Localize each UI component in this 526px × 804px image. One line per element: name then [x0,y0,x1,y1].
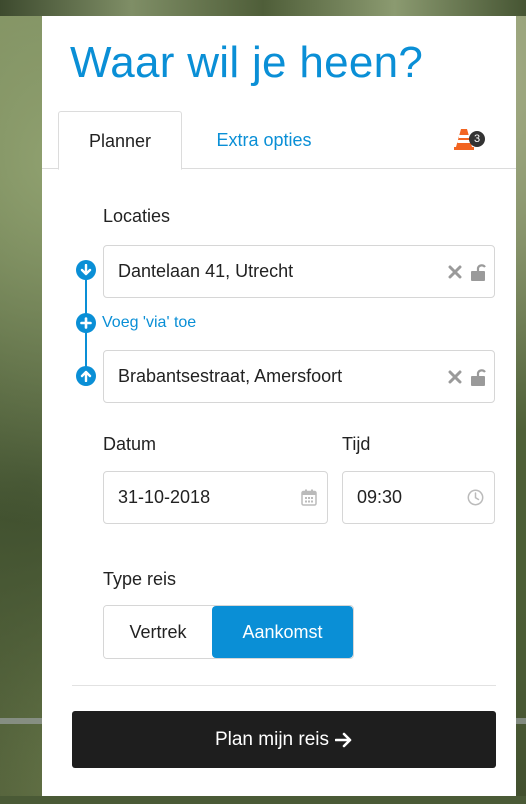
trip-type-toggle: Vertrek Aankomst [103,605,354,659]
unlock-to-icon[interactable] [470,368,486,386]
plus-circle-icon [76,313,96,333]
time-input[interactable]: 09:30 [342,471,495,524]
to-location-input[interactable]: Brabantsestraat, Amersfoort [103,350,495,403]
divider [72,685,496,686]
from-location-input[interactable]: Dantelaan 41, Utrecht [103,245,495,298]
type-reis-label: Type reis [103,569,177,589]
plan-trip-label: Plan mijn reis [214,728,330,750]
add-via-link[interactable]: Voeg 'via' toe [76,313,196,333]
to-location-value: Brabantsestraat, Amersfoort [118,366,343,386]
background-top-strip [0,0,526,16]
date-input[interactable]: 31-10-2018 [103,471,328,524]
background-bottom-strip [0,796,526,804]
clear-from-icon[interactable] [448,265,462,279]
calendar-icon[interactable] [301,489,317,506]
tab-extra-opties[interactable]: Extra opties [194,111,334,170]
arrow-right-icon [335,732,352,747]
from-field-actions [448,246,486,297]
to-field-actions [448,351,486,402]
journey-planner-panel: Waar wil je heen? Planner Extra opties 3… [42,16,516,796]
time-field-actions [467,472,484,523]
plan-trip-button[interactable]: Plan mijn reis [72,711,496,768]
date-field-actions [301,472,317,523]
alert-count-badge: 3 [469,131,485,147]
unlock-from-icon[interactable] [470,263,486,281]
datum-label: Datum [103,434,157,454]
from-location-value: Dantelaan 41, Utrecht [118,261,294,281]
locaties-label: Locaties [103,206,171,226]
traffic-alert-button[interactable]: 3 [454,129,488,151]
tijd-label: Tijd [342,434,371,454]
arrow-down-circle-icon [76,260,96,280]
trip-type-vertrek[interactable]: Vertrek [104,606,212,658]
trip-type-aankomst[interactable]: Aankomst [212,606,353,658]
date-value: 31-10-2018 [118,487,211,507]
tab-bar: Planner Extra opties 3 [42,111,516,170]
clock-icon[interactable] [467,489,484,506]
add-via-label: Voeg 'via' toe [102,314,197,331]
time-value: 09:30 [357,487,403,507]
tab-planner[interactable]: Planner [58,111,182,170]
clear-to-icon[interactable] [448,370,462,384]
page-title: Waar wil je heen? [70,38,424,87]
arrow-up-circle-icon [76,366,96,386]
